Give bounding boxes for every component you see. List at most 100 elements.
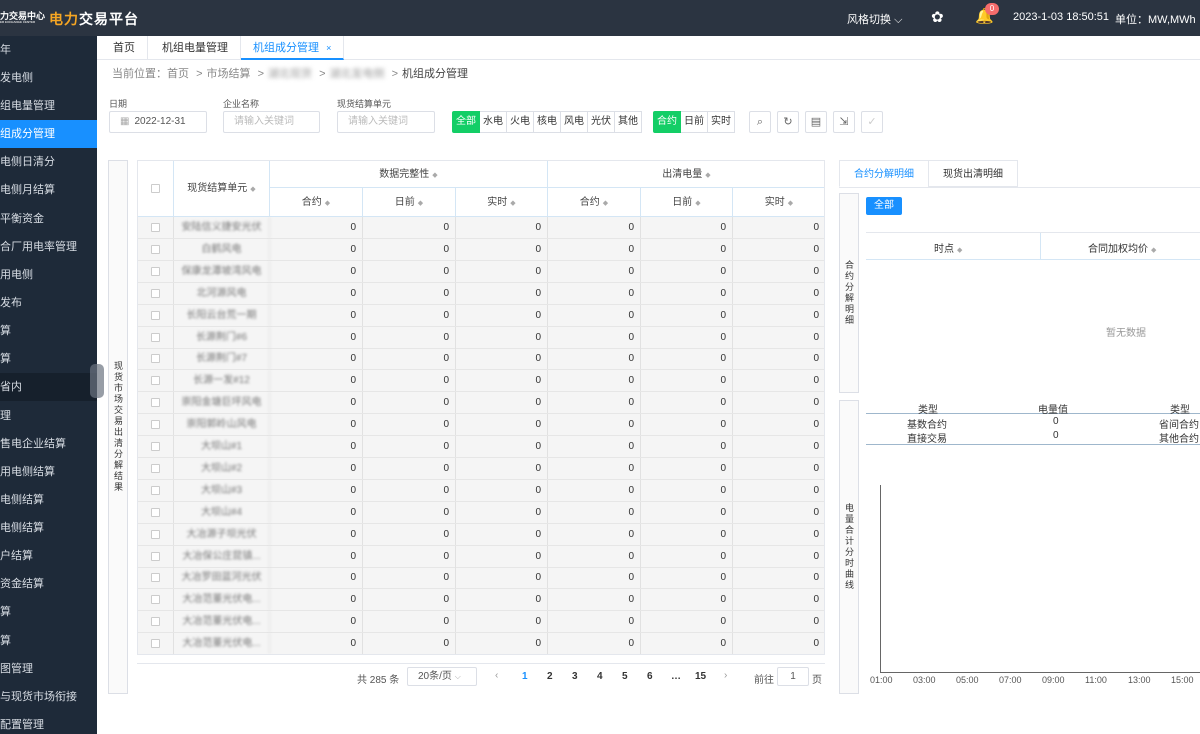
row-checkbox[interactable] <box>151 463 160 473</box>
table-row[interactable]: 白鹤风电 0 0 0 0 0 0 <box>138 238 824 261</box>
select-all-checkbox[interactable] <box>151 184 160 193</box>
col-weighted-price[interactable]: 合同加权均价 ◆ <box>1088 240 1156 255</box>
page-number[interactable]: 3 <box>572 671 578 682</box>
sidebar-item[interactable]: 电侧月结算 <box>0 176 97 204</box>
style-switch[interactable]: 风格切换 ⌵ <box>847 11 902 27</box>
row-checkbox[interactable] <box>151 639 160 649</box>
sidebar-item[interactable]: 电侧结算 <box>0 514 97 542</box>
table-row[interactable]: 长源一发#12 0 0 0 0 0 0 <box>138 370 824 393</box>
table-row[interactable]: 崇阳金塘巨坪风电 0 0 0 0 0 0 <box>138 392 824 415</box>
table-row[interactable]: 长阳云台荒一期 0 0 0 0 0 0 <box>138 304 824 327</box>
sidebar-item[interactable]: 算 <box>0 598 97 626</box>
table-row[interactable]: 北河源风电 0 0 0 0 0 0 <box>138 282 824 305</box>
table-row[interactable]: 大坝山#1 0 0 0 0 0 0 <box>138 436 824 458</box>
confirm-icon[interactable]: ✓ <box>861 111 883 133</box>
export-icon[interactable]: ⇲ <box>833 111 855 133</box>
table-row[interactable]: 大坝山#3 0 0 0 0 0 0 <box>138 479 824 502</box>
breadcrumb-item[interactable]: 市场结算 <box>207 68 251 80</box>
sidebar-item[interactable]: 省内 <box>0 373 97 401</box>
prev-page-icon[interactable]: ‹ <box>495 670 498 681</box>
row-checkbox[interactable] <box>151 529 160 539</box>
table-row[interactable]: 大冶范董光伏电... 0 0 0 0 0 0 <box>138 611 824 634</box>
sidebar-item[interactable]: 配置管理 <box>0 711 97 734</box>
sidebar-item[interactable]: 合厂用电率管理 <box>0 233 97 261</box>
energy-type-button[interactable]: 水电 <box>480 111 507 133</box>
goto-page-input[interactable]: 1 <box>777 667 809 686</box>
row-checkbox[interactable] <box>151 376 160 386</box>
page-number[interactable]: 5 <box>622 671 628 682</box>
row-checkbox[interactable] <box>151 310 160 320</box>
sidebar-item[interactable]: 用电侧结算 <box>0 458 97 486</box>
sidebar-item[interactable]: 组成分管理 <box>0 120 97 148</box>
table-row[interactable]: 大冶范董光伏电... 0 0 0 0 0 0 <box>138 633 824 654</box>
table-row[interactable]: 长源荆门#7 0 0 0 0 0 0 <box>138 348 824 371</box>
sidebar-item[interactable]: 算 <box>0 317 97 345</box>
col-clearing-sub[interactable]: 实时 ◆ <box>733 188 824 217</box>
col-clearing-sub[interactable]: 日前 ◆ <box>641 188 733 217</box>
sidebar-item[interactable]: 理 <box>0 402 97 430</box>
row-checkbox[interactable] <box>151 551 160 561</box>
energy-type-button[interactable]: 全部 <box>452 111 480 133</box>
page-number[interactable]: 15 <box>695 671 706 682</box>
table-row[interactable]: 安陆信义捷安光伏 0 0 0 0 0 0 <box>138 217 824 239</box>
breadcrumb-item[interactable]: 湖北现货 <box>268 68 312 80</box>
tab-unit-component[interactable]: 机组成分管理 × <box>241 36 345 60</box>
row-checkbox[interactable] <box>151 266 160 276</box>
next-page-icon[interactable]: › <box>724 670 727 681</box>
col-integrity-sub[interactable]: 合约 ◆ <box>270 188 363 217</box>
row-checkbox[interactable] <box>151 485 160 495</box>
row-checkbox[interactable] <box>151 507 160 517</box>
tab-unit-energy[interactable]: 机组电量管理 <box>150 36 241 60</box>
row-checkbox[interactable] <box>151 332 160 342</box>
row-checkbox[interactable] <box>151 288 160 298</box>
price-type-button[interactable]: 实时 <box>708 111 735 133</box>
breadcrumb-item[interactable]: 首页 <box>167 68 189 80</box>
all-button[interactable]: 全部 <box>866 197 902 215</box>
settlement-unit-input[interactable]: 请输入关键词 <box>337 111 435 133</box>
page-number[interactable]: 4 <box>597 671 603 682</box>
page-number[interactable]: … <box>671 671 681 682</box>
table-row[interactable]: 大冶范董光伏电... 0 0 0 0 0 0 <box>138 589 824 612</box>
tab-contract-detail[interactable]: 合约分解明细 <box>839 160 929 187</box>
price-type-button[interactable]: 合约 <box>653 111 681 133</box>
sidebar-item[interactable]: 图管理 <box>0 655 97 683</box>
table-row[interactable]: 大坝山#2 0 0 0 0 0 0 <box>138 457 824 480</box>
close-icon[interactable]: × <box>326 43 331 53</box>
theme-icon[interactable]: ✿ <box>931 8 944 26</box>
sidebar-item[interactable]: 用电侧 <box>0 261 97 289</box>
price-type-button[interactable]: 日前 <box>681 111 708 133</box>
row-checkbox[interactable] <box>151 223 160 232</box>
refresh-icon[interactable]: ↻ <box>777 111 799 133</box>
row-checkbox[interactable] <box>151 442 160 451</box>
energy-type-button[interactable]: 风电 <box>561 111 588 133</box>
sidebar-item[interactable]: 组电量管理 <box>0 92 97 120</box>
sidebar-item[interactable]: 平衡资金 <box>0 205 97 233</box>
sidebar-item[interactable]: 与现货市场衔接 <box>0 683 97 711</box>
table-row[interactable]: 长源荆门#6 0 0 0 0 0 0 <box>138 326 824 349</box>
company-input[interactable]: 请输入关键词 <box>223 111 320 133</box>
energy-type-button[interactable]: 光伏 <box>588 111 615 133</box>
page-number[interactable]: 2 <box>547 671 553 682</box>
sidebar-item[interactable]: 户结算 <box>0 542 97 570</box>
sidebar-item[interactable]: 售电企业结算 <box>0 430 97 458</box>
calculator-icon[interactable]: ▤ <box>805 111 827 133</box>
sidebar-item[interactable]: 算 <box>0 345 97 373</box>
breadcrumb-item[interactable]: 湖北发电侧 <box>330 68 385 80</box>
page-number[interactable]: 6 <box>647 671 653 682</box>
sidebar-item[interactable]: 发电侧 <box>0 64 97 92</box>
table-row[interactable]: 崇阳郭岭山风电 0 0 0 0 0 0 <box>138 414 824 437</box>
sidebar-scroll-handle[interactable] <box>90 364 104 398</box>
col-clearing-sub[interactable]: 合约 ◆ <box>548 188 641 217</box>
table-row[interactable]: 大冶源子坝光伏 0 0 0 0 0 0 <box>138 523 824 546</box>
sidebar-item[interactable]: 发布 <box>0 289 97 317</box>
table-row[interactable]: 大坝山#4 0 0 0 0 0 0 <box>138 501 824 524</box>
col-integrity-sub[interactable]: 日前 ◆ <box>363 188 456 217</box>
row-checkbox[interactable] <box>151 420 160 430</box>
sidebar-item[interactable]: 电侧日清分 <box>0 148 97 176</box>
row-checkbox[interactable] <box>151 398 160 408</box>
row-checkbox[interactable] <box>151 617 160 627</box>
sidebar-item[interactable]: 资金结算 <box>0 570 97 598</box>
page-size-select[interactable]: 20条/页 ⌵ <box>407 667 477 686</box>
sidebar-item[interactable]: 电侧结算 <box>0 486 97 514</box>
energy-type-button[interactable]: 火电 <box>507 111 534 133</box>
